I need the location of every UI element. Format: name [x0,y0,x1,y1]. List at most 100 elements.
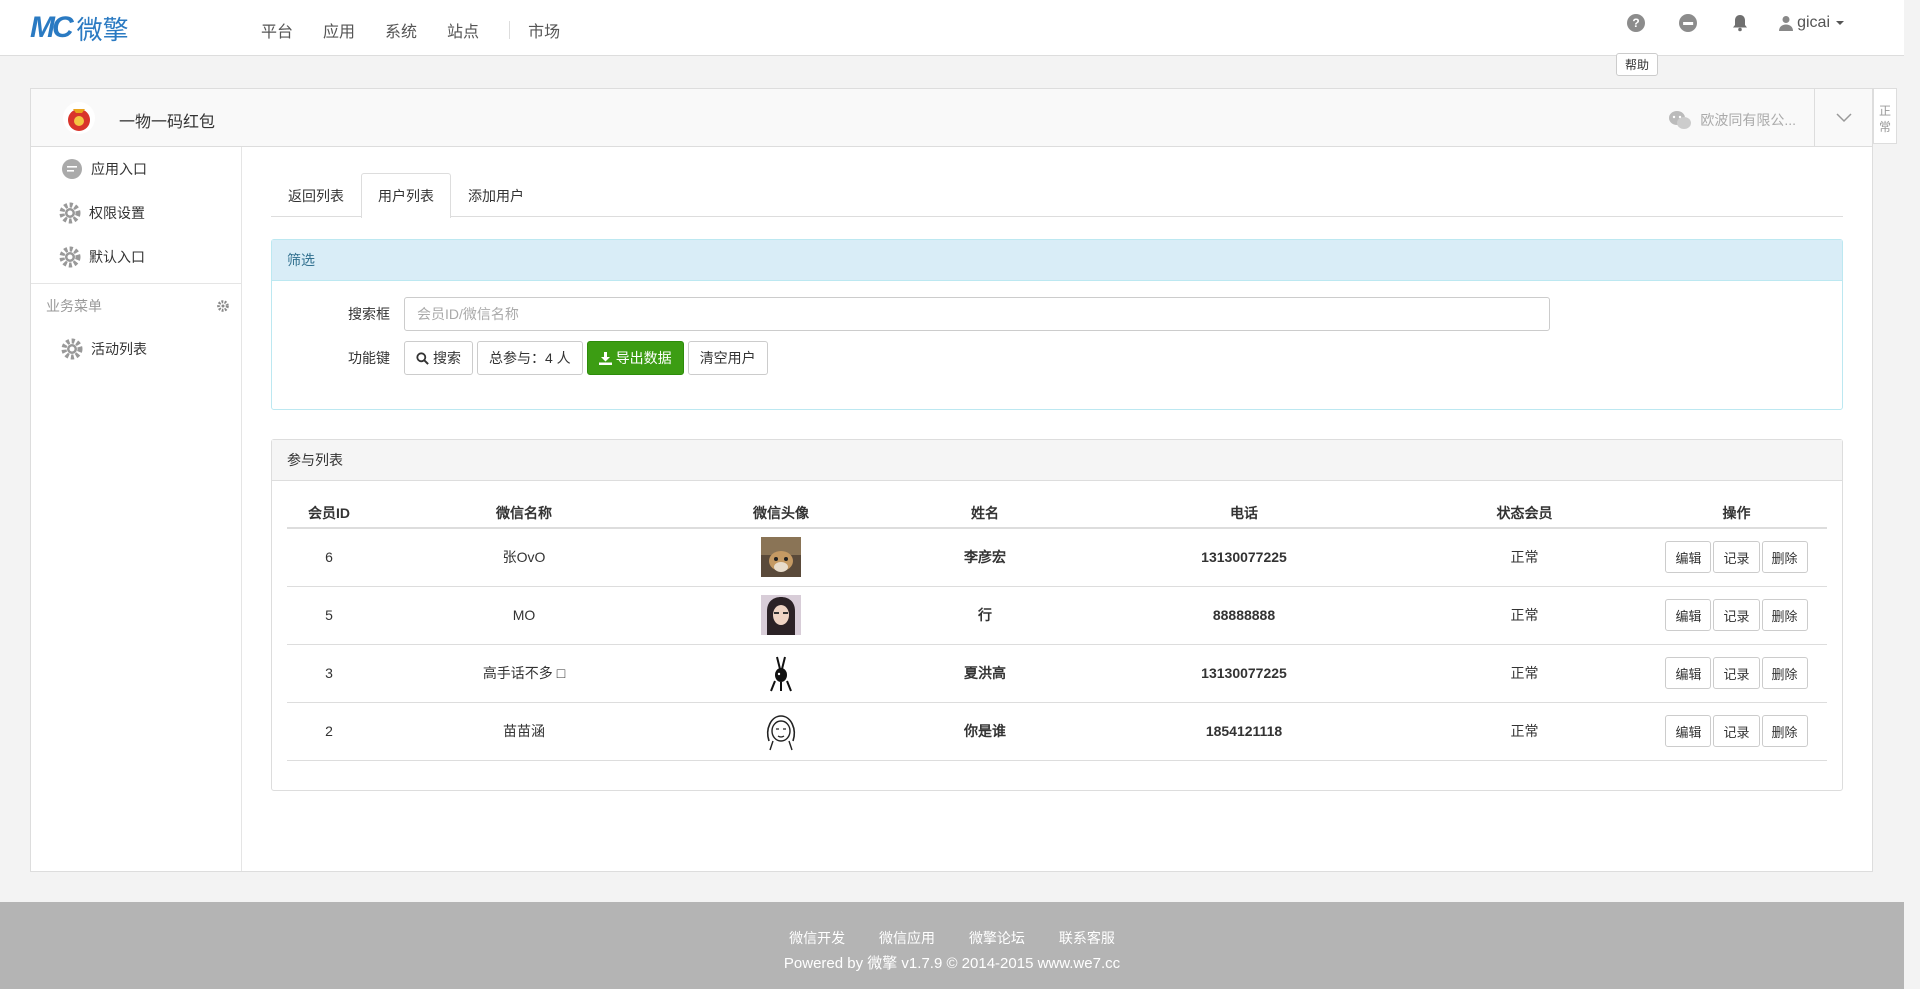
sidebar-item-label: 权限设置 [89,205,145,221]
cell-name: 夏洪高 [885,644,1085,703]
table-row: 5 MO 行 88888888 正常 编辑 记录 删除 [287,586,1827,645]
cell-phone: 88888888 [1085,586,1403,645]
app-title: 一物一码红包 [119,114,216,131]
app-logo-icon [63,102,95,134]
tab-add-user[interactable]: 添加用户 [451,173,541,217]
footer-link-wechat-apps[interactable]: 微信应用 [879,930,935,946]
search-icon [416,351,429,365]
help-icon[interactable]: ? [1627,14,1646,32]
logo-mark: MC [30,11,74,44]
help-tooltip: 帮助 [1616,53,1659,76]
log-button[interactable]: 记录 [1713,541,1760,574]
nav-system[interactable]: 系统 [385,18,417,42]
cell-name: 你是谁 [885,702,1085,761]
sidebar-item-app-entry[interactable]: 应用入口 [31,147,241,191]
tab-user-list[interactable]: 用户列表 [361,173,451,218]
cell-avatar [677,586,885,645]
table-row: 2 苗苗涵 你是谁 1854121118 正常 编辑 记录 删除 [287,702,1827,761]
delete-button[interactable]: 删除 [1761,541,1808,574]
filter-panel: 筛选 搜索框 功能键 搜索 总参与：4 人 导出数据 清空用户 [271,239,1843,410]
col-wechat-avatar: 微信头像 [677,498,885,529]
user-menu[interactable]: gicai [1779,14,1844,32]
cell-actions: 编辑 记录 删除 [1646,586,1827,645]
clear-users-button[interactable]: 清空用户 [687,341,768,375]
footer-link-forum[interactable]: 微擎论坛 [969,930,1025,946]
search-row: 搜索框 [272,297,1550,331]
logo-text: 微擎 [76,15,129,46]
export-button-label: 导出数据 [615,350,672,366]
nav-market[interactable]: 市场 [528,18,560,42]
chat-icon [62,159,82,179]
log-button[interactable]: 记录 [1713,657,1760,689]
cell-status: 正常 [1403,528,1646,587]
nav-sites[interactable]: 站点 [447,18,479,42]
message-icon[interactable]: ▬ [1679,14,1698,32]
function-label: 功能键 [348,350,390,366]
footer: 微信开发 微信应用 微擎论坛 联系客服 Powered by 微擎 v1.7.9… [0,902,1904,989]
cell-id: 5 [287,586,371,645]
sidebar-item-activity-list[interactable]: 活动列表 [31,327,241,371]
logo[interactable]: MC 微擎 [30,11,129,46]
settings-icon[interactable] [217,299,229,312]
edit-button[interactable]: 编辑 [1665,715,1712,747]
cell-nickname: 高手话不多 □ [371,644,677,703]
wechat-icon [1669,111,1692,129]
cell-name: 李彦宏 [885,528,1085,587]
sidebar-group-business: 业务菜单 [31,283,241,327]
chevron-down-icon[interactable] [1814,89,1872,147]
tab-bar: 返回列表 用户列表 添加用户 [271,173,1843,218]
nav-apps[interactable]: 应用 [323,18,355,42]
log-button[interactable]: 记录 [1713,715,1760,747]
cell-id: 3 [287,644,371,703]
cell-name: 行 [885,586,1085,645]
sidebar-group-title: 业务菜单 [46,297,102,314]
col-wechat-name: 微信名称 [371,498,677,529]
search-label: 搜索框 [348,306,390,322]
log-button[interactable]: 记录 [1713,599,1760,631]
sidebar-item-default-entry[interactable]: 默认入口 [31,235,241,279]
sidebar: 应用入口 权限设置 默认入口 业务菜单 活动列表 [31,147,242,871]
footer-link-wechat-dev[interactable]: 微信开发 [789,930,845,946]
export-data-button[interactable]: 导出数据 [586,341,684,375]
bell-icon[interactable] [1731,14,1749,32]
main-panel: 一物一码红包 欧波同有限公... 应用入口 权限设置 默认入口 业务菜单 活动列… [30,88,1873,872]
delete-button[interactable]: 删除 [1761,715,1808,747]
sidebar-item-permissions[interactable]: 权限设置 [31,191,241,235]
app-header: 一物一码红包 欧波同有限公... [31,89,1872,147]
account-selector[interactable]: 欧波同有限公... [1668,110,1796,130]
cell-avatar [677,644,885,703]
cell-id: 6 [287,528,371,587]
avatar [761,653,801,693]
cell-id: 2 [287,702,371,761]
nav-right: ? ▬ gicai [1627,14,1844,32]
nav-platform[interactable]: 平台 [261,18,293,42]
filter-panel-title: 筛选 [272,240,1842,281]
edit-button[interactable]: 编辑 [1665,599,1712,631]
main-nav: 平台 应用 系统 站点 市场 [261,18,590,42]
account-name: 欧波同有限公... [1700,112,1796,128]
cell-actions: 编辑 记录 删除 [1646,528,1827,587]
col-member-id: 会员ID [287,498,371,529]
footer-copyright: Powered by 微擎 v1.7.9 © 2014-2015 www.we7… [783,955,1121,972]
table-row: 6 张OvO 李彦宏 13130077225 正常 编辑 记录 删除 [287,528,1827,587]
delete-button[interactable]: 删除 [1761,657,1808,689]
col-actions: 操作 [1646,498,1827,529]
top-navbar: MC 微擎 平台 应用 系统 站点 市场 ? ▬ gicai [0,0,1904,56]
footer-links: 微信开发 微信应用 微擎论坛 联系客服 [0,902,1904,948]
cell-nickname: 张OvO [371,528,677,587]
search-button[interactable]: 搜索 [404,341,473,375]
total-participants-button[interactable]: 总参与：4 人 [477,341,583,375]
download-icon [598,351,612,365]
footer-link-support[interactable]: 联系客服 [1059,930,1115,946]
search-input[interactable] [404,297,1550,331]
sidebar-item-label: 活动列表 [91,341,147,357]
username: gicai [1797,14,1830,31]
cell-actions: 编辑 记录 删除 [1646,702,1827,761]
participant-list-panel: 参与列表 会员ID 微信名称 微信头像 姓名 电话 状态会员 操作 6 张OvO… [271,439,1843,791]
edit-button[interactable]: 编辑 [1665,657,1712,689]
delete-button[interactable]: 删除 [1761,599,1808,631]
cell-nickname: 苗苗涵 [371,702,677,761]
tab-back-to-list[interactable]: 返回列表 [271,173,361,217]
list-panel-title: 参与列表 [272,440,1842,481]
edit-button[interactable]: 编辑 [1665,541,1712,574]
